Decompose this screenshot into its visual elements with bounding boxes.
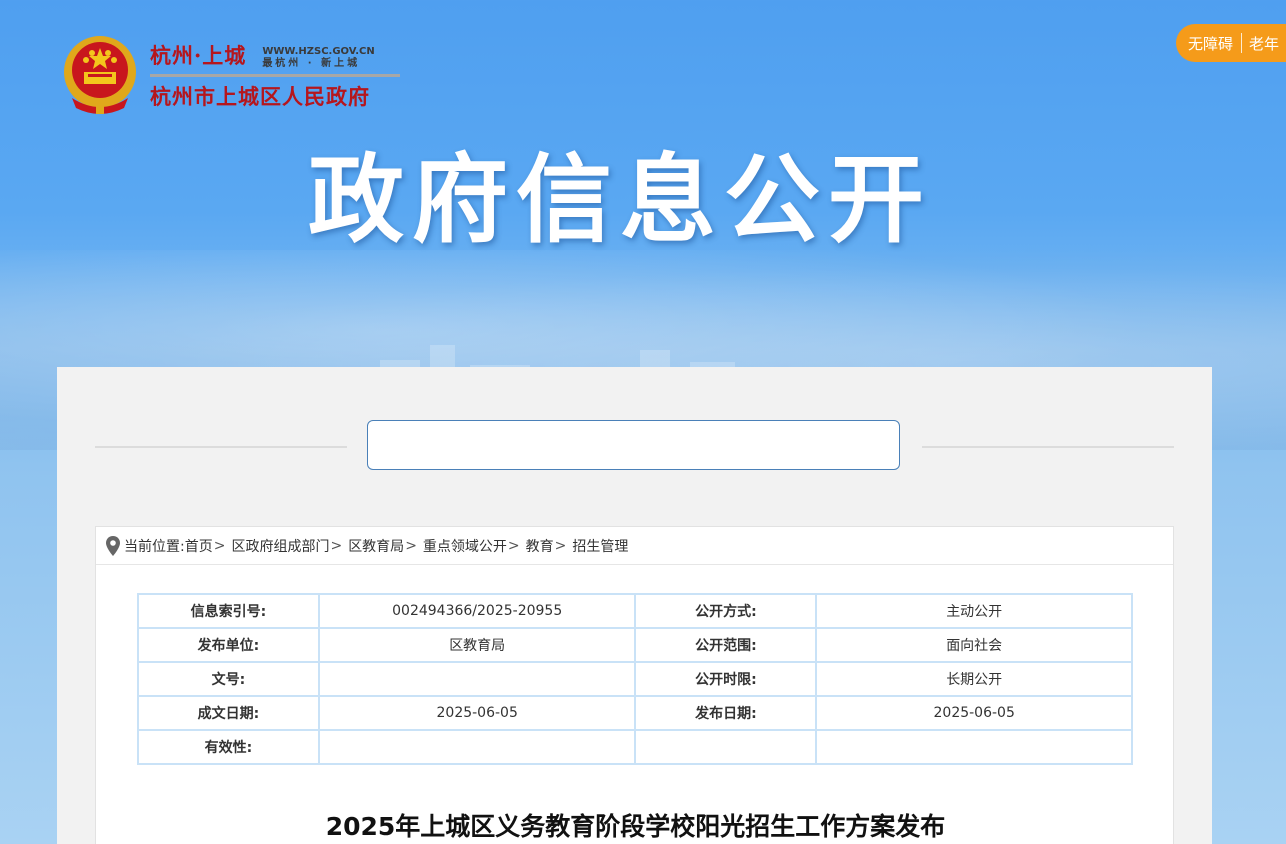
- table-key: 文号:: [137, 661, 320, 697]
- breadcrumb-education-bureau[interactable]: 区教育局: [348, 536, 404, 556]
- barrier-free-button[interactable]: 无障碍: [1176, 33, 1241, 54]
- table-value: 长期公开: [815, 661, 1133, 697]
- table-row: 文号: 公开时限: 长期公开: [137, 661, 1133, 697]
- table-key: 公开方式:: [634, 593, 818, 629]
- table-row: 有效性:: [137, 729, 1133, 765]
- search-input[interactable]: [367, 420, 900, 470]
- table-key: 有效性:: [137, 729, 320, 765]
- table-value: 2025-06-05: [815, 695, 1133, 731]
- map-pin-icon: [106, 535, 120, 556]
- table-row: 发布单位: 区教育局 公开范围: 面向社会: [137, 627, 1133, 663]
- table-value: 主动公开: [815, 593, 1133, 629]
- search-divider-left: [95, 446, 347, 448]
- breadcrumb-prefix: 当前位置:: [124, 538, 185, 555]
- table-value: [317, 661, 637, 697]
- search-divider-right: [922, 446, 1174, 448]
- logo-city-name: 杭州·上城: [150, 42, 247, 68]
- table-key: 公开范围:: [634, 627, 818, 663]
- table-value: 区教育局: [317, 627, 637, 663]
- info-metadata-table: 信息索引号: 002494366/2025-20955 公开方式: 主动公开 发…: [137, 593, 1133, 765]
- logo-government-name: 杭州市上城区人民政府: [150, 83, 370, 109]
- breadcrumb-home[interactable]: 首页: [185, 536, 213, 556]
- table-key: 发布单位:: [137, 627, 320, 663]
- table-key: 成文日期:: [137, 695, 320, 731]
- table-value: [815, 729, 1133, 765]
- site-logo[interactable]: 杭州·上城 WWW.HZSC.GOV.CN 最杭州 · 新上城 杭州市上城区人民…: [62, 34, 400, 116]
- logo-divider: [150, 73, 400, 77]
- table-value: [317, 729, 637, 765]
- article-content: 当前位置: 首页 > 区政府组成部门 > 区教育局 > 重点领域公开 > 教育 > 招生管…: [95, 526, 1174, 844]
- table-value: 2025-06-05: [317, 695, 637, 731]
- table-key: 公开时限:: [634, 661, 818, 697]
- main-panel: 当前位置: 首页 > 区政府组成部门 > 区教育局 > 重点领域公开 > 教育 > 招生管…: [57, 367, 1212, 844]
- table-row: 成文日期: 2025-06-05 发布日期: 2025-06-05: [137, 695, 1133, 731]
- elderly-mode-button[interactable]: 老年: [1242, 33, 1286, 54]
- breadcrumb-departments[interactable]: 区政府组成部门: [231, 536, 329, 556]
- breadcrumb-education[interactable]: 教育: [526, 536, 554, 556]
- table-value: 002494366/2025-20955: [317, 593, 637, 629]
- accessibility-toolbar: 无障碍 老年: [1176, 24, 1286, 62]
- national-emblem-icon: [62, 34, 138, 116]
- table-row: 信息索引号: 002494366/2025-20955 公开方式: 主动公开: [137, 593, 1133, 629]
- table-key: 信息索引号:: [137, 593, 320, 629]
- breadcrumb-enrollment[interactable]: 招生管理: [572, 536, 628, 556]
- breadcrumb: 当前位置: 首页 > 区政府组成部门 > 区教育局 > 重点领域公开 > 教育 > 招生管…: [96, 527, 1173, 565]
- article-title: 2025年上城区义务教育阶段学校阳光招生工作方案发布: [325, 812, 946, 841]
- logo-slogan: 最杭州 · 新上城: [262, 57, 361, 69]
- table-value: 面向社会: [815, 627, 1133, 663]
- table-key: 发布日期:: [634, 695, 818, 731]
- logo-url: WWW.HZSC.GOV.CN: [262, 45, 375, 57]
- breadcrumb-key-areas[interactable]: 重点领域公开: [423, 536, 507, 556]
- banner-title: 政府信息公开: [308, 144, 932, 256]
- table-key: [634, 729, 818, 765]
